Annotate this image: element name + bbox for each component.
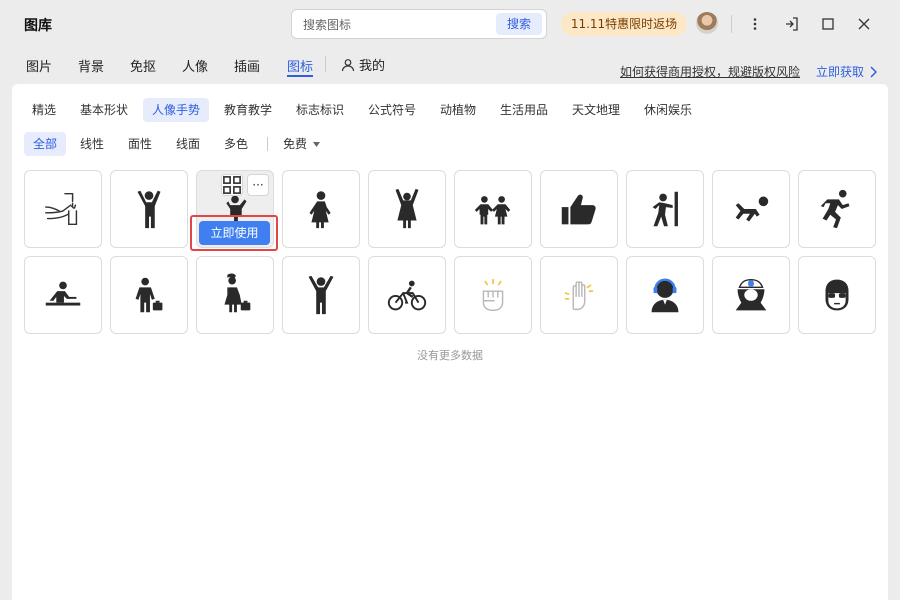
- search-input[interactable]: [303, 16, 483, 34]
- category-featured[interactable]: 精选: [23, 98, 65, 122]
- tab-mine-label: 我的: [359, 59, 386, 74]
- search-box: 搜索: [291, 9, 547, 39]
- category-animals-plants[interactable]: 动植物: [431, 98, 485, 122]
- search-button[interactable]: 搜索: [496, 13, 542, 35]
- more-options-button[interactable]: ···: [247, 174, 269, 196]
- person-cycling-icon: [387, 280, 427, 311]
- promo-badge[interactable]: 11.11特惠限时返场: [561, 12, 687, 36]
- avatar[interactable]: [696, 12, 718, 34]
- no-more-data-text: 没有更多数据: [417, 349, 483, 362]
- titlebar-divider: [731, 15, 732, 33]
- icon-card[interactable]: [24, 170, 102, 248]
- filter-multicolor[interactable]: 多色: [215, 132, 257, 156]
- person-sunglasses-icon: [825, 279, 849, 311]
- icon-card[interactable]: [196, 256, 274, 334]
- filter-divider: [267, 137, 268, 151]
- qr-code-button[interactable]: [221, 174, 243, 196]
- content-panel: [12, 84, 888, 600]
- raised-palm-icon: [564, 281, 594, 311]
- user-icon: [341, 58, 355, 71]
- businesswoman-briefcase-icon: [224, 273, 251, 313]
- tab-portraits[interactable]: 人像: [182, 56, 208, 75]
- nav-divider: [325, 56, 326, 72]
- icon-card[interactable]: [282, 170, 360, 248]
- icon-card[interactable]: [712, 170, 790, 248]
- person-crawling-icon: [735, 196, 769, 222]
- thumbs-up-icon: [561, 194, 596, 225]
- tab-illustrations[interactable]: 插画: [234, 56, 260, 75]
- filter-line-fill[interactable]: 线面: [167, 132, 209, 156]
- more-menu-icon[interactable]: [743, 12, 767, 36]
- icon-card[interactable]: [368, 256, 446, 334]
- get-now-label: 立即获取: [816, 65, 865, 79]
- person-pushing-wall-icon: [652, 191, 678, 227]
- tab-backgrounds[interactable]: 背景: [78, 56, 104, 75]
- category-signs[interactable]: 标志标识: [287, 98, 353, 122]
- tab-icons[interactable]: 图标: [287, 56, 313, 75]
- icon-card[interactable]: [712, 256, 790, 334]
- person-at-desk-icon: [45, 281, 81, 306]
- category-leisure[interactable]: 休闲娱乐: [635, 98, 701, 122]
- category-formulas[interactable]: 公式符号: [359, 98, 425, 122]
- icon-card[interactable]: [626, 256, 704, 334]
- icon-card[interactable]: [454, 256, 532, 334]
- maximize-icon[interactable]: [816, 12, 840, 36]
- close-icon[interactable]: [852, 12, 876, 36]
- get-now-link[interactable]: 立即获取: [816, 63, 878, 80]
- icon-card[interactable]: [282, 256, 360, 334]
- icon-card[interactable]: [626, 170, 704, 248]
- category-education[interactable]: 教育教学: [215, 98, 281, 122]
- icon-card[interactable]: [110, 170, 188, 248]
- icon-card[interactable]: [798, 170, 876, 248]
- price-dropdown-label: 免费: [283, 137, 308, 151]
- chevron-right-icon: [870, 65, 878, 78]
- person-running-icon: [820, 189, 850, 229]
- caret-down-icon: [313, 141, 321, 147]
- category-basic-shapes[interactable]: 基本形状: [71, 98, 137, 122]
- filter-all[interactable]: 全部: [24, 132, 67, 156]
- pin-window-icon[interactable]: [780, 12, 804, 36]
- app-title: 图库: [24, 18, 52, 34]
- category-daily-goods[interactable]: 生活用品: [491, 98, 557, 122]
- customer-service-agent-icon: [651, 278, 679, 313]
- nurse-icon: [735, 278, 767, 311]
- icon-card[interactable]: [368, 170, 446, 248]
- icon-card[interactable]: [798, 256, 876, 334]
- icon-card[interactable]: [454, 170, 532, 248]
- qr-code-icon: [223, 176, 241, 194]
- person-cheering-icon: [308, 275, 334, 315]
- filter-fill[interactable]: 面性: [119, 132, 161, 156]
- filter-line[interactable]: 线性: [71, 132, 113, 156]
- person-washing-hands-icon: [45, 192, 78, 226]
- category-people-gestures[interactable]: 人像手势: [143, 98, 210, 122]
- icon-card[interactable]: [24, 256, 102, 334]
- more-options-label: ···: [252, 178, 264, 192]
- person-arms-raised-icon: [137, 190, 161, 229]
- title-bar: 图库 搜索 11.11特惠限时返场: [0, 0, 900, 48]
- license-link[interactable]: 如何获得商用授权，规避版权风险: [620, 63, 800, 80]
- raised-fist-icon: [482, 278, 504, 312]
- woman-arms-raised-icon: [395, 188, 419, 229]
- icon-card[interactable]: [540, 170, 618, 248]
- tab-images[interactable]: 图片: [26, 56, 52, 75]
- businessman-briefcase-icon: [135, 277, 163, 313]
- use-now-button[interactable]: 立即使用: [199, 221, 270, 245]
- children-holding-hands-icon: [474, 196, 511, 225]
- tab-mine[interactable]: 我的: [341, 55, 385, 74]
- icon-card[interactable]: [540, 256, 618, 334]
- icon-card[interactable]: [110, 256, 188, 334]
- price-dropdown[interactable]: 免费: [274, 132, 329, 156]
- category-astronomy-geography[interactable]: 天文地理: [563, 98, 629, 122]
- woman-standing-icon: [309, 191, 331, 229]
- tab-cutouts[interactable]: 免抠: [130, 56, 156, 75]
- active-tab-underline: [287, 75, 313, 77]
